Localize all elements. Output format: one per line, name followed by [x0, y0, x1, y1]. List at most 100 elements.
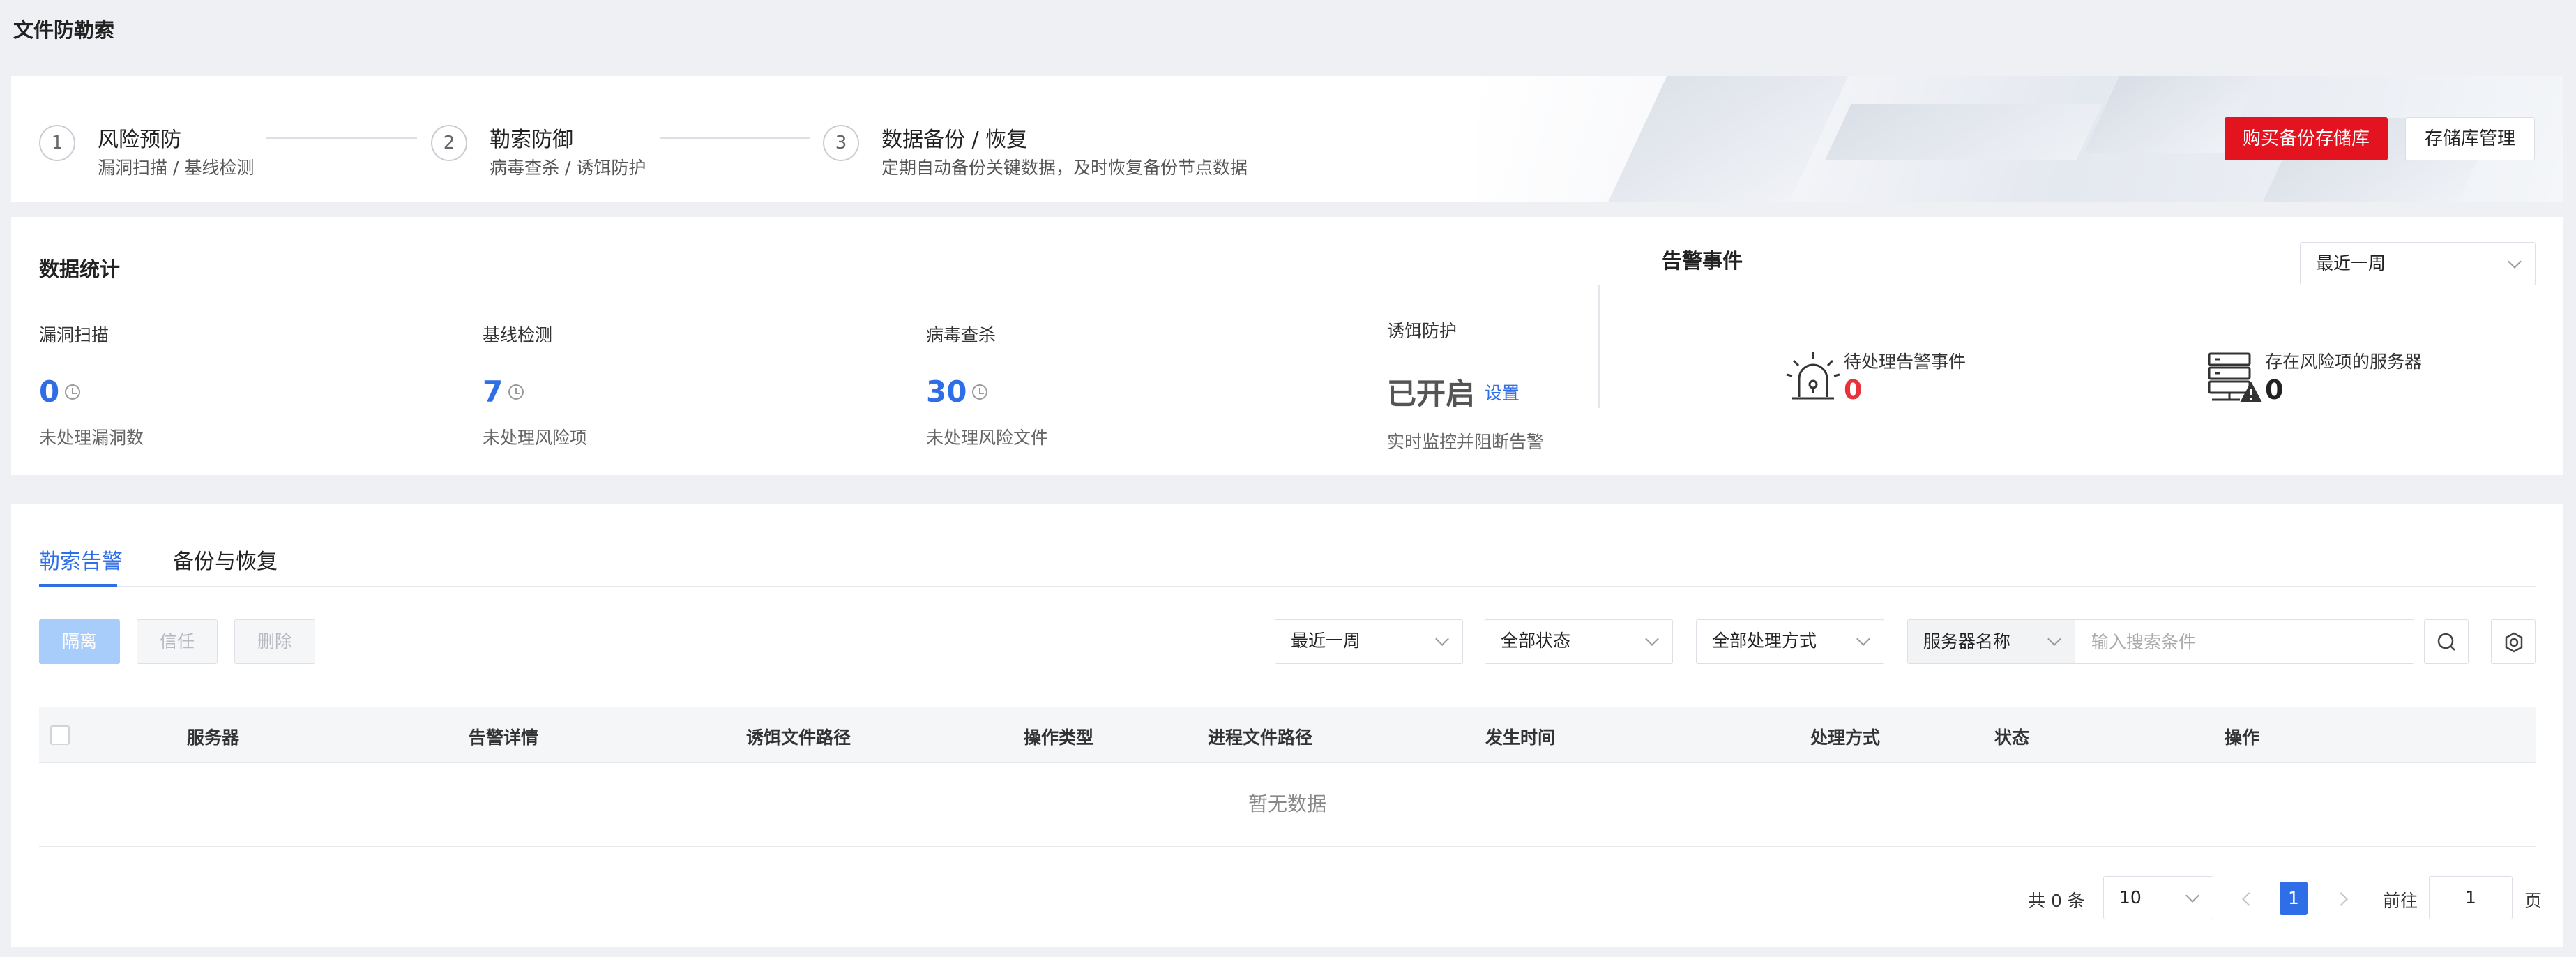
step-title: 风险预防: [98, 128, 181, 152]
select-all-checkbox[interactable]: [50, 725, 70, 745]
isolate-button[interactable]: 隔离: [39, 619, 120, 664]
chevron-down-icon: [2047, 632, 2061, 646]
search-group: 服务器名称: [1907, 619, 2414, 664]
search-button[interactable]: [2424, 619, 2469, 664]
stat-sub: 未处理风险文件: [926, 428, 1049, 448]
page-title: 文件防勒索: [13, 18, 115, 42]
pending-alerts-value[interactable]: 0: [1844, 375, 1966, 405]
risk-servers-value[interactable]: 0: [2265, 375, 2422, 405]
bait-settings-link[interactable]: 设置: [1485, 379, 1520, 405]
stat-number[interactable]: 7: [483, 375, 503, 409]
stat-label: 基线检测: [483, 325, 553, 345]
tab-backup-restore[interactable]: 备份与恢复: [173, 544, 278, 575]
step-number: 3: [823, 125, 859, 161]
bait-status-text: 已开启: [1387, 377, 1476, 411]
chevron-down-icon: [2185, 889, 2199, 903]
goto-label: 前往: [2383, 891, 2418, 911]
stat-label: 漏洞扫描: [39, 325, 109, 345]
column-header: 进程文件路径: [1208, 728, 1313, 748]
chevron-down-icon: [1856, 632, 1870, 646]
banner-decoration: [1476, 76, 2563, 202]
time-range-select[interactable]: 最近一周: [1275, 619, 1463, 664]
step-number: 1: [39, 125, 75, 161]
select-value: 全部状态: [1501, 631, 1571, 651]
pending-alerts-label: 待处理告警事件: [1844, 352, 1967, 372]
alerts-title: 告警事件: [1662, 249, 1743, 273]
stat-baseline-check: 基线检测 7 未处理风险项: [483, 322, 587, 449]
bait-status: 已开启 设置: [1387, 370, 1544, 413]
search-input[interactable]: [2076, 620, 2414, 663]
active-tab-indicator: [39, 584, 117, 587]
search-field-select[interactable]: 服务器名称: [1908, 620, 2075, 663]
gear-icon: [2505, 632, 2523, 653]
empty-state: 暂无数据: [39, 763, 2536, 847]
alerts-range-select[interactable]: 最近一周: [2300, 242, 2536, 285]
trust-button[interactable]: 信任: [137, 619, 218, 664]
select-value: 10: [2119, 887, 2142, 907]
column-header: 诱饵文件路径: [746, 728, 851, 748]
select-value: 最近一周: [2316, 253, 2386, 273]
page-unit-label: 页: [2524, 891, 2543, 911]
alerts-table-card: 勒索告警 备份与恢复 隔离 信任 删除 最近一周 全部状态 全部处理方式 服务器…: [11, 504, 2563, 947]
risk-servers-label: 存在风险项的服务器: [2265, 352, 2423, 372]
column-header: 状态: [1994, 728, 2030, 748]
chevron-down-icon: [1435, 632, 1449, 646]
goto-page-input[interactable]: 1: [2429, 876, 2513, 919]
step-subtitle: 漏洞扫描 / 基线检测: [98, 158, 255, 178]
next-page-icon[interactable]: [2334, 892, 2348, 906]
step-connector: [266, 137, 417, 139]
select-value: 全部处理方式: [1712, 631, 1817, 651]
clock-icon: [508, 384, 524, 400]
column-header: 发生时间: [1485, 728, 1556, 748]
step-subtitle: 病毒查杀 / 诱饵防护: [490, 158, 646, 178]
chevron-down-icon: [1645, 632, 1659, 646]
step-title: 勒索防御: [490, 128, 573, 152]
stat-number[interactable]: 30: [926, 375, 967, 409]
stat-value[interactable]: 0: [39, 375, 144, 409]
storage-manage-button[interactable]: 存储库管理: [2405, 117, 2535, 160]
stat-label: 诱饵防护: [1387, 321, 1457, 341]
table-header: 服务器 告警详情 诱饵文件路径 操作类型 进程文件路径 发生时间 处理方式 状态…: [39, 707, 2536, 763]
steps-banner: 1 风险预防 漏洞扫描 / 基线检测 2 勒索防御 病毒查杀 / 诱饵防护 3 …: [11, 76, 2563, 202]
clock-icon: [65, 384, 81, 400]
page-number-current[interactable]: 1: [2280, 882, 2308, 915]
status-select[interactable]: 全部状态: [1485, 619, 1673, 664]
alarm-icon: [1786, 352, 1840, 400]
pending-alerts: 待处理告警事件 0: [1844, 348, 1966, 405]
stats-card: 数据统计 漏洞扫描 0 未处理漏洞数 基线检测 7 未处理风险项 病毒查杀 30…: [11, 217, 2563, 475]
tab-ransom-alerts[interactable]: 勒索告警: [39, 544, 123, 575]
stat-number[interactable]: 0: [39, 375, 59, 409]
column-header: 服务器: [187, 728, 240, 748]
stat-sub: 未处理漏洞数: [39, 428, 144, 448]
search-icon: [2437, 633, 2455, 651]
column-header: 操作类型: [1024, 728, 1094, 748]
page-size-select[interactable]: 10: [2103, 876, 2213, 919]
column-header: 告警详情: [469, 728, 539, 748]
stat-bait-protection: 诱饵防护 已开启 设置 实时监控并阻断告警: [1387, 317, 1544, 453]
select-value: 服务器名称: [1923, 631, 2011, 651]
select-value: 最近一周: [1291, 631, 1361, 651]
column-header: 操作: [2225, 728, 2260, 748]
buy-storage-button[interactable]: 购买备份存储库: [2225, 117, 2388, 160]
stat-sub: 实时监控并阻断告警: [1387, 432, 1545, 452]
settings-button[interactable]: [2491, 619, 2536, 664]
method-select[interactable]: 全部处理方式: [1696, 619, 1884, 664]
server-warning-icon: [2208, 352, 2262, 402]
stat-virus-scan: 病毒查杀 30 未处理风险文件: [926, 322, 1048, 449]
column-header: 处理方式: [1810, 728, 1881, 748]
stat-value[interactable]: 30: [926, 375, 1048, 409]
step-title: 数据备份 / 恢复: [881, 128, 1028, 152]
stats-title: 数据统计: [39, 257, 121, 281]
prev-page-icon[interactable]: [2242, 892, 2256, 906]
step-subtitle: 定期自动备份关键数据，及时恢复备份节点数据: [881, 158, 1248, 178]
stat-value[interactable]: 7: [483, 375, 587, 409]
step-number: 2: [431, 125, 467, 161]
stat-vuln-scan: 漏洞扫描 0 未处理漏洞数: [39, 322, 144, 449]
stat-sub: 未处理风险项: [483, 428, 588, 448]
clock-icon: [972, 384, 988, 400]
stat-label: 病毒查杀: [926, 325, 997, 345]
chevron-down-icon: [2508, 255, 2522, 269]
delete-button[interactable]: 删除: [234, 619, 315, 664]
step-connector: [660, 137, 810, 139]
pagination-total: 共 0 条: [2028, 891, 2085, 911]
